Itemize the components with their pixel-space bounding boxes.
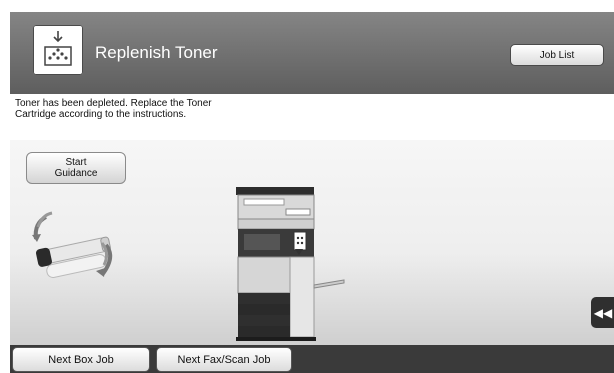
footer-bar: Next Box Job Next Fax/Scan Job: [10, 345, 614, 373]
start-guidance-label-2: Guidance: [54, 168, 98, 179]
copier-illustration: [236, 187, 345, 341]
toner-shake-illustration: [32, 211, 113, 278]
header-bar: Replenish Toner Job List: [10, 12, 614, 94]
status-message-line-2: Cartridge according to the instructions.: [15, 109, 187, 120]
page-title: Replenish Toner: [95, 43, 218, 62]
job-list-button[interactable]: Job List: [510, 44, 604, 66]
toner-icon: [33, 25, 83, 75]
panel-screen: Replenish Toner Job List Toner has been …: [10, 12, 614, 373]
next-box-job-button[interactable]: Next Box Job: [12, 347, 150, 372]
status-message-line-1: Toner has been depleted. Replace the Ton…: [15, 98, 212, 109]
start-guidance-label-1: Start: [65, 157, 87, 168]
status-message: Toner has been depleted. Replace the Ton…: [10, 94, 614, 140]
double-chevron-left-icon[interactable]: ◀◀: [591, 297, 614, 328]
start-guidance-button[interactable]: Start Guidance: [26, 152, 126, 184]
guidance-area: Start Guidance ◀◀: [10, 140, 614, 345]
next-fax-scan-job-button[interactable]: Next Fax/Scan Job: [156, 347, 292, 372]
